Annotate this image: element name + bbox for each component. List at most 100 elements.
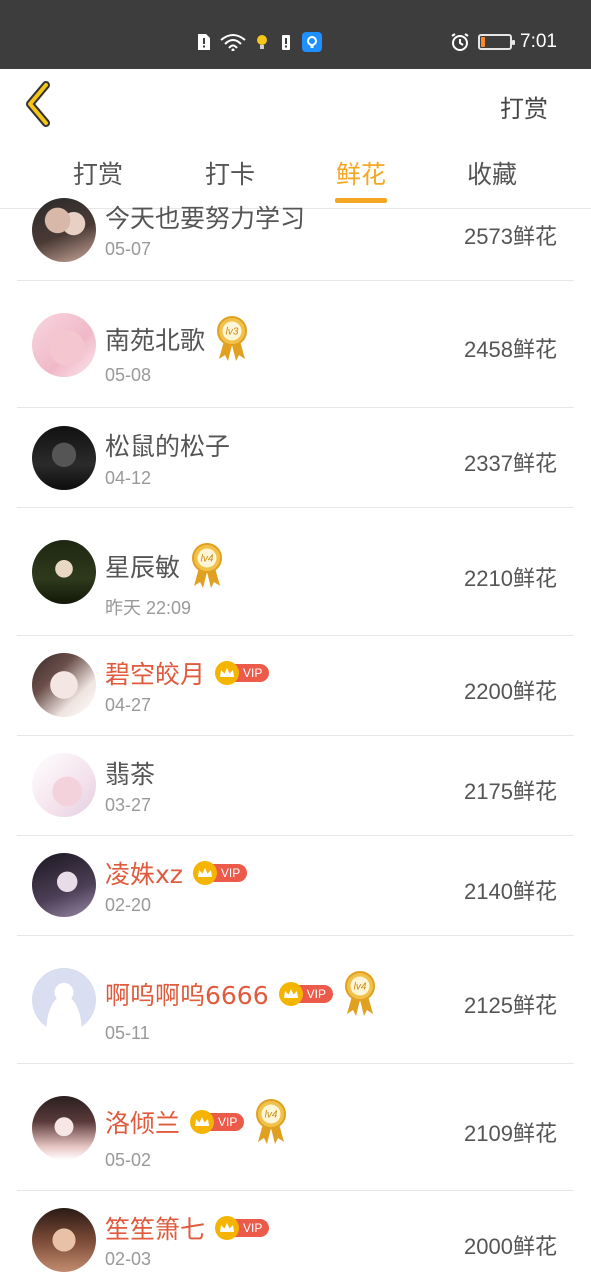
back-button[interactable]: [20, 81, 60, 127]
svg-text:lv4: lv4: [354, 982, 367, 993]
status-bar: 7:01: [0, 0, 591, 69]
battery-level: [481, 37, 486, 47]
name-line: 今天也要努力学习: [105, 199, 305, 235]
level-medal-icon: lv4: [190, 542, 224, 594]
svg-text:lv3: lv3: [226, 327, 239, 338]
crown-icon: [220, 668, 235, 677]
name-line: 啊呜啊呜6666 VIP lv4: [105, 966, 377, 1022]
flower-count: 2109鲜花: [464, 1121, 557, 1146]
list-item[interactable]: 松鼠的松子 04-12 2337鲜花: [17, 408, 574, 508]
name-line: 凌姝xz VIP: [105, 855, 248, 891]
reward-date: 昨天 22:09: [105, 598, 192, 618]
list-item[interactable]: 翡茶 03-27 2175鲜花: [17, 736, 574, 836]
user-avatar[interactable]: [32, 968, 96, 1032]
tab-flowers[interactable]: 鲜花: [301, 155, 421, 191]
name-line: 翡茶: [105, 755, 155, 791]
name-line: 洛倾兰 VIP lv4: [105, 1094, 288, 1150]
reward-date: 04-12: [105, 468, 152, 488]
svg-text:lv4: lv4: [201, 554, 214, 565]
vip-badge: VIP: [190, 1110, 245, 1134]
crown-icon: [195, 1117, 210, 1126]
vip-crown-icon: [278, 982, 303, 1006]
tab-checkin[interactable]: 打卡: [170, 155, 290, 191]
battery-alert-icon: [282, 35, 290, 50]
list-item[interactable]: 南苑北歌 lv3 05-08 2458鲜花: [17, 281, 574, 408]
list-item[interactable]: 笙笙箫七 VIP 02-03 2000鲜花: [17, 1191, 574, 1280]
user-avatar[interactable]: [32, 653, 96, 717]
vip-badge: VIP: [215, 1216, 270, 1240]
tab-reward[interactable]: 打赏: [38, 155, 158, 191]
vip-badge: VIP: [278, 982, 333, 1006]
level-medal-icon: lv4: [254, 1098, 288, 1150]
list-item[interactable]: 洛倾兰 VIP lv4 05-02 2109鲜花: [17, 1064, 574, 1191]
list-item[interactable]: 碧空皎月 VIP 04-27 2200鲜花: [17, 636, 574, 736]
flower-count: 2573鲜花: [464, 224, 557, 249]
level-medal-icon: lv3: [215, 315, 249, 367]
flower-ranking-list: 今天也要努力学习 05-07 2573鲜花南苑北歌 lv3 05-08 2458鲜花松鼠的…: [0, 198, 591, 1280]
flower-count: 2125鲜花: [464, 993, 557, 1018]
status-icons: [196, 32, 322, 52]
reward-date: 04-27: [105, 695, 152, 715]
reward-action-button[interactable]: 打赏: [500, 89, 548, 124]
svg-text:lv4: lv4: [265, 1110, 278, 1121]
reward-date: 05-02: [105, 1150, 152, 1170]
vip-crown-icon: [215, 661, 240, 685]
back-arrow-icon: [26, 81, 50, 127]
user-name[interactable]: 松鼠的松子: [105, 427, 230, 463]
user-avatar[interactable]: [32, 753, 96, 817]
user-name[interactable]: 今天也要努力学习: [105, 199, 305, 235]
user-avatar[interactable]: [32, 853, 96, 917]
crown-icon: [220, 1223, 235, 1232]
vip-crown-icon: [190, 1110, 215, 1134]
app-notification-icon: [302, 32, 322, 52]
reward-date: 05-08: [105, 365, 152, 385]
flower-count: 2458鲜花: [464, 337, 557, 362]
user-avatar[interactable]: [32, 198, 96, 262]
vip-crown-icon: [192, 861, 217, 885]
header-bar: 打赏: [0, 69, 591, 139]
flower-count: 2175鲜花: [464, 779, 557, 804]
tab-favorites[interactable]: 收藏: [432, 155, 552, 191]
user-name[interactable]: 凌姝xz: [105, 855, 183, 891]
list-item[interactable]: 啊呜啊呜6666 VIP lv4 05-11 2125鲜花: [17, 936, 574, 1064]
level-medal-icon: lv4: [343, 970, 377, 1022]
bulb-icon: [257, 35, 267, 49]
user-avatar[interactable]: [32, 313, 96, 377]
user-name[interactable]: 翡茶: [105, 755, 155, 791]
user-name[interactable]: 笙笙箫七: [105, 1210, 205, 1246]
user-name[interactable]: 碧空皎月: [105, 655, 205, 691]
name-line: 星辰敏 lv4: [105, 538, 224, 594]
name-line: 松鼠的松子: [105, 427, 230, 463]
sim-alert-icon: [198, 34, 210, 50]
flower-count: 2337鲜花: [464, 451, 557, 476]
reward-date: 05-11: [105, 1023, 150, 1043]
alarm-icon: [451, 33, 469, 51]
list-item[interactable]: 星辰敏 lv4 昨天 22:09 2210鲜花: [17, 508, 574, 636]
user-name[interactable]: 南苑北歌: [105, 321, 205, 357]
flower-count: 2000鲜花: [464, 1234, 557, 1259]
battery-icon: [478, 34, 516, 50]
flower-count: 2210鲜花: [464, 566, 557, 591]
list-item[interactable]: 凌姝xz VIP 02-20 2140鲜花: [17, 836, 574, 936]
crown-icon: [283, 989, 298, 998]
reward-date: 02-20: [105, 895, 152, 915]
wifi-icon: [220, 34, 246, 51]
user-avatar[interactable]: [32, 426, 96, 490]
user-name[interactable]: 啊呜啊呜6666: [105, 976, 269, 1012]
status-right: 7:01: [450, 31, 557, 53]
name-line: 碧空皎月 VIP: [105, 655, 270, 691]
flower-count: 2140鲜花: [464, 879, 557, 904]
user-name[interactable]: 星辰敏: [105, 548, 180, 584]
user-avatar[interactable]: [32, 540, 96, 604]
vip-crown-icon: [215, 1216, 240, 1240]
flower-count: 2200鲜花: [464, 679, 557, 704]
vip-badge: VIP: [215, 661, 270, 685]
user-avatar[interactable]: [32, 1096, 96, 1160]
reward-date: 05-07: [105, 239, 152, 259]
user-name[interactable]: 洛倾兰: [105, 1104, 180, 1140]
reward-date: 03-27: [105, 795, 152, 815]
name-line: 笙笙箫七 VIP: [105, 1210, 270, 1246]
user-avatar[interactable]: [32, 1208, 96, 1272]
reward-date: 02-03: [105, 1249, 152, 1269]
list-item[interactable]: 今天也要努力学习 05-07 2573鲜花: [17, 193, 574, 281]
